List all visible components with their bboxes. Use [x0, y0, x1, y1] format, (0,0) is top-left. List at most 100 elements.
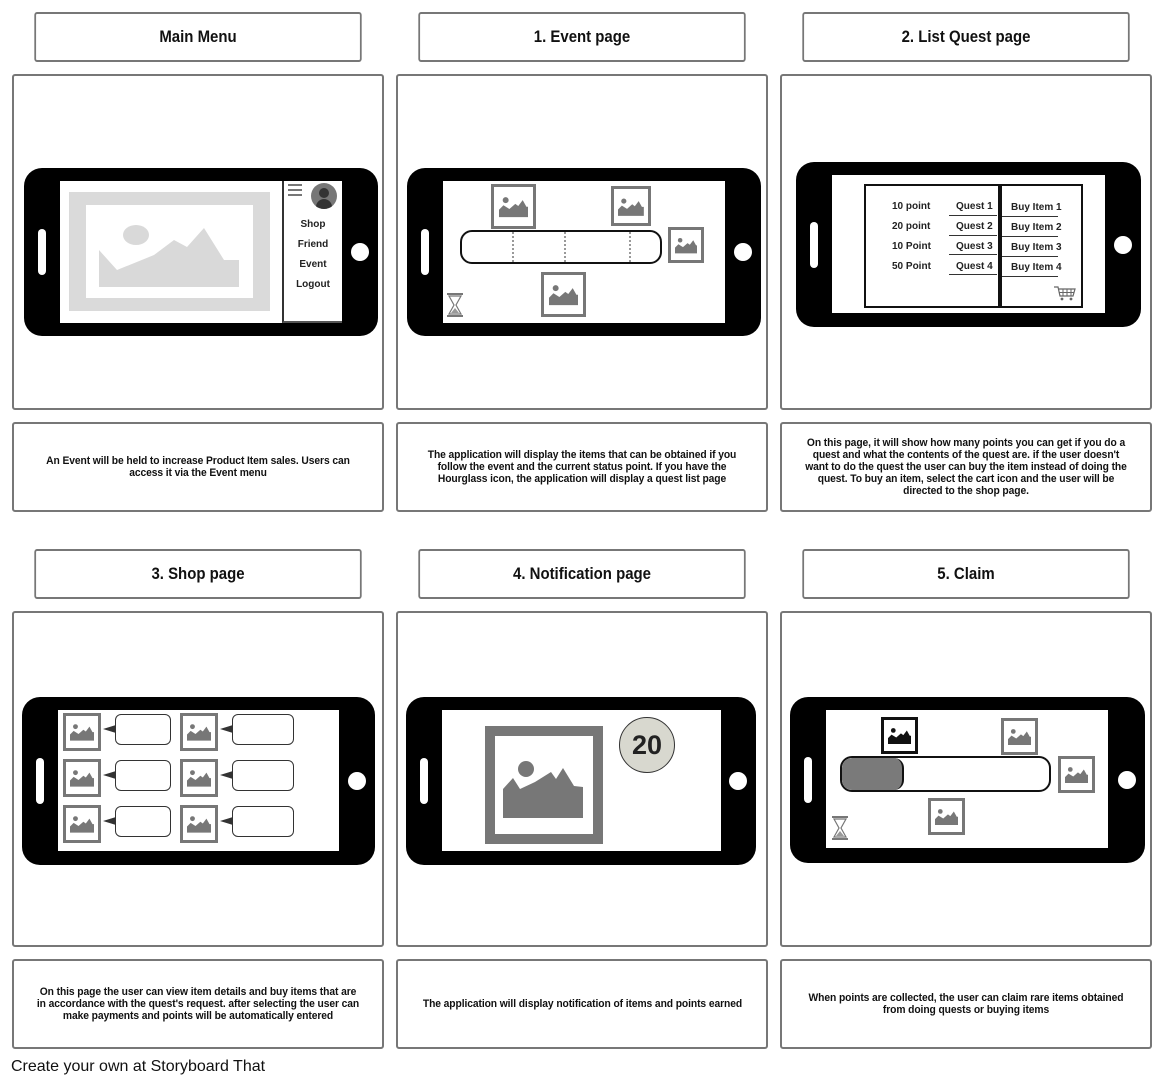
quest-points: 50 Point [892, 261, 931, 272]
phone-mockup [790, 697, 1145, 863]
banner-image-placeholder-icon [69, 192, 270, 311]
panel-title-main-menu: Main Menu [34, 12, 362, 62]
phone-home-button [729, 772, 747, 790]
reward-item-image-icon[interactable] [1058, 756, 1095, 793]
quest-name[interactable]: Quest 2 [956, 221, 993, 232]
phone-screen [826, 710, 1108, 848]
phone-side-button [421, 229, 429, 275]
quest-name[interactable]: Quest 3 [956, 241, 993, 252]
panel-scene-shop-page [12, 611, 384, 947]
menu-item-shop[interactable]: Shop [284, 219, 342, 230]
item-detail-speech-bubble[interactable] [115, 714, 171, 745]
menu-item-logout[interactable]: Logout [284, 279, 342, 290]
phone-mockup [407, 168, 761, 336]
item-detail-speech-bubble[interactable] [232, 714, 294, 745]
panel-scene-main-menu: Shop Friend Event Logout [12, 74, 384, 410]
status-point-progress-bar [460, 230, 662, 264]
phone-mockup: Shop Friend Event Logout [24, 168, 378, 336]
reward-item-image-icon[interactable] [491, 184, 536, 229]
panel-description-event-page: The application will display the items t… [396, 422, 768, 512]
buy-item-link[interactable]: Buy Item 3 [1011, 242, 1062, 253]
speech-bubble-tail [220, 817, 233, 825]
speech-bubble-tail [103, 725, 116, 733]
panel-scene-notification-page: 20 [396, 611, 768, 947]
phone-screen: 10 point Quest 1 Buy Item 1 20 point Que… [832, 175, 1105, 313]
reward-item-image-icon[interactable] [928, 798, 965, 835]
phone-screen [58, 710, 339, 851]
phone-side-button [38, 229, 46, 275]
speech-bubble-tail [220, 771, 233, 779]
mountain-image-icon [99, 225, 239, 287]
reward-item-image-icon[interactable] [1001, 718, 1038, 755]
panel-title-claim: 5. Claim [802, 549, 1130, 599]
side-menu: Shop Friend Event Logout [282, 181, 342, 323]
speech-bubble-tail [103, 817, 116, 825]
hamburger-icon[interactable] [288, 184, 302, 196]
panel-scene-event-page [396, 74, 768, 410]
shop-item-image-icon[interactable] [63, 713, 101, 751]
hourglass-icon[interactable] [832, 816, 848, 840]
reward-item-image-icon[interactable] [611, 186, 651, 226]
item-detail-speech-bubble[interactable] [232, 806, 294, 837]
claimed-item-image-icon[interactable] [881, 717, 918, 754]
claim-progress-bar [840, 756, 1051, 792]
hourglass-icon[interactable] [447, 293, 463, 317]
buy-item-link[interactable]: Buy Item 1 [1011, 202, 1062, 213]
speech-bubble-tail [220, 725, 233, 733]
panel-title-event-page: 1. Event page [418, 12, 746, 62]
panel-scene-list-quest-page: 10 point Quest 1 Buy Item 1 20 point Que… [780, 74, 1152, 410]
phone-home-button [348, 772, 366, 790]
shop-item-image-icon[interactable] [63, 805, 101, 843]
phone-screen: 20 [442, 710, 721, 851]
phone-mockup [22, 697, 375, 865]
phone-home-button [351, 243, 369, 261]
shop-item-image-icon[interactable] [180, 759, 218, 797]
quest-points: 10 Point [892, 241, 931, 252]
phone-screen [443, 181, 725, 323]
phone-side-button [804, 757, 812, 803]
points-badge: 20 [619, 717, 675, 773]
phone-side-button [810, 221, 818, 268]
panel-title-notification-page: 4. Notification page [418, 549, 746, 599]
phone-mockup: 20 [406, 697, 756, 865]
panel-scene-claim [780, 611, 1152, 947]
panel-title-list-quest-page: 2. List Quest page [802, 12, 1130, 62]
phone-side-button [36, 758, 44, 804]
buy-item-link[interactable]: Buy Item 4 [1011, 262, 1062, 273]
claim-progress-fill [842, 758, 905, 790]
storyboard-that-credit-link[interactable]: Create your own at Storyboard That [11, 1058, 265, 1076]
menu-item-event[interactable]: Event [284, 259, 342, 270]
phone-home-button [1114, 235, 1132, 254]
earned-item-image-icon [485, 726, 603, 844]
shop-item-image-icon[interactable] [180, 805, 218, 843]
phone-home-button [734, 243, 752, 261]
quest-points: 10 point [892, 201, 931, 212]
avatar-icon[interactable] [311, 183, 337, 209]
panel-description-shop-page: On this page the user can view item deta… [12, 959, 384, 1049]
quest-points: 20 point [892, 221, 931, 232]
phone-mockup: 10 point Quest 1 Buy Item 1 20 point Que… [796, 162, 1141, 327]
speech-bubble-tail [103, 771, 116, 779]
cart-icon[interactable] [1054, 286, 1076, 301]
column-divider [998, 184, 1002, 308]
phone-side-button [420, 758, 428, 804]
menu-item-friend[interactable]: Friend [284, 239, 342, 250]
quest-name[interactable]: Quest 4 [956, 261, 993, 272]
item-detail-speech-bubble[interactable] [232, 760, 294, 791]
panel-description-claim: When points are collected, the user can … [780, 959, 1152, 1049]
panel-title-shop-page: 3. Shop page [34, 549, 362, 599]
quest-name[interactable]: Quest 1 [956, 201, 993, 212]
shop-item-image-icon[interactable] [63, 759, 101, 797]
item-detail-speech-bubble[interactable] [115, 760, 171, 791]
quest-list-panel: 10 point Quest 1 Buy Item 1 20 point Que… [864, 184, 1083, 308]
reward-item-image-icon[interactable] [541, 272, 586, 317]
item-detail-speech-bubble[interactable] [115, 806, 171, 837]
shop-item-image-icon[interactable] [180, 713, 218, 751]
reward-item-image-icon[interactable] [668, 227, 704, 263]
panel-description-main-menu: An Event will be held to increase Produc… [12, 422, 384, 512]
panel-description-notification-page: The application will display notificatio… [396, 959, 768, 1049]
buy-item-link[interactable]: Buy Item 2 [1011, 222, 1062, 233]
phone-home-button [1118, 771, 1136, 789]
panel-description-list-quest-page: On this page, it will show how many poin… [780, 422, 1152, 512]
phone-screen: Shop Friend Event Logout [60, 181, 342, 323]
